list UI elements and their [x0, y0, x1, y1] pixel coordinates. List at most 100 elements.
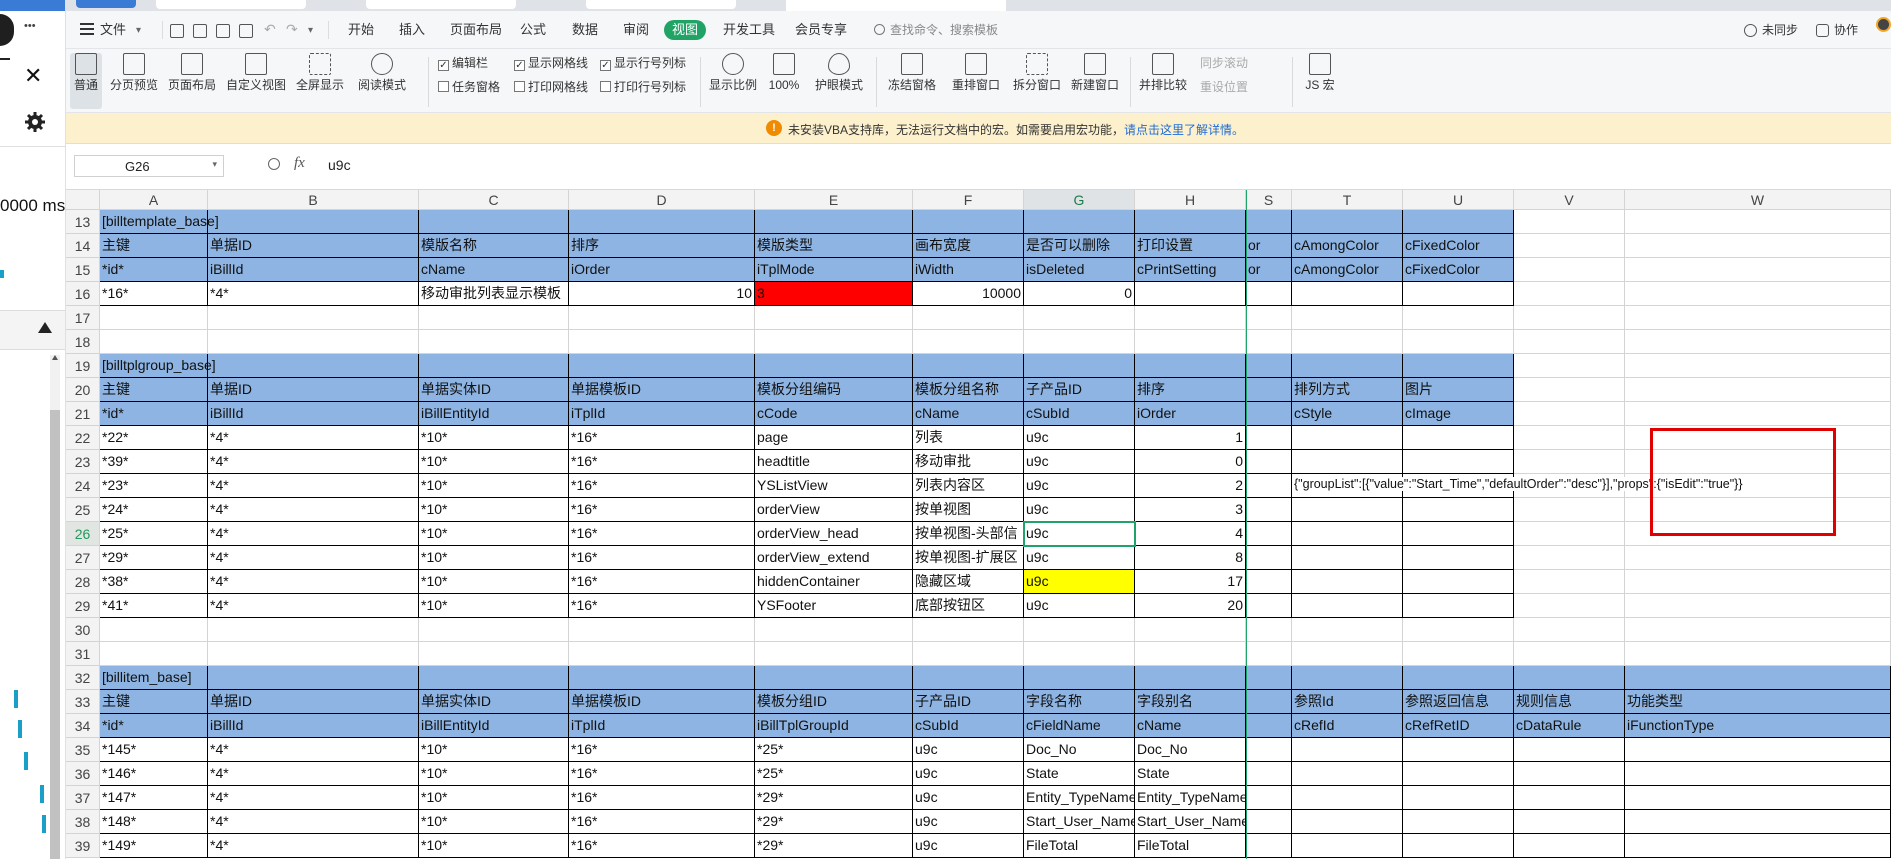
row-header-36[interactable]: 36	[66, 762, 100, 786]
cell-s29[interactable]	[1246, 594, 1292, 618]
cell-b15[interactable]: iBillId	[208, 258, 419, 282]
row-header-26[interactable]: 26	[66, 522, 100, 546]
cell-d15[interactable]: iOrder	[569, 258, 755, 282]
cell-g34[interactable]: cFieldName	[1024, 714, 1135, 738]
cell-t36[interactable]	[1292, 762, 1403, 786]
print-headings-checkbox[interactable]: 打印行号列标	[600, 79, 686, 95]
cell-s22[interactable]	[1246, 426, 1292, 450]
cell-d38[interactable]: *16*	[569, 810, 755, 834]
cell-c36[interactable]: *10*	[419, 762, 569, 786]
cell-f28[interactable]: 隐藏区域	[913, 570, 1024, 594]
cell-u37[interactable]	[1403, 786, 1514, 810]
cell-v20[interactable]	[1514, 378, 1625, 402]
cell-v28[interactable]	[1514, 570, 1625, 594]
cell-g13[interactable]	[1024, 210, 1135, 234]
cell-d14[interactable]: 排序	[569, 234, 755, 258]
custom-view-button[interactable]: 自定义视图	[224, 53, 288, 109]
cell-f34[interactable]: cSubId	[913, 714, 1024, 738]
tab-developer[interactable]: 开发工具	[723, 20, 775, 40]
cell-h22[interactable]: 1	[1135, 426, 1246, 450]
cell-e30[interactable]	[755, 618, 913, 642]
cell-s19[interactable]	[1246, 354, 1292, 378]
row-header-18[interactable]: 18	[66, 330, 100, 354]
cell-t27[interactable]	[1292, 546, 1403, 570]
cell-w21[interactable]	[1625, 402, 1891, 426]
cell-t21[interactable]: cStyle	[1292, 402, 1403, 426]
cell-g17[interactable]	[1024, 306, 1135, 330]
cell-s30[interactable]	[1246, 618, 1292, 642]
cell-h30[interactable]	[1135, 618, 1246, 642]
cell-e31[interactable]	[755, 642, 913, 666]
fx-icon[interactable]: fx	[294, 155, 305, 172]
cell-u26[interactable]	[1403, 522, 1514, 546]
cell-c37[interactable]: *10*	[419, 786, 569, 810]
cell-d17[interactable]	[569, 306, 755, 330]
row-header-16[interactable]: 16	[66, 282, 100, 306]
row-header-19[interactable]: 19	[66, 354, 100, 378]
cell-a35[interactable]: *145*	[100, 738, 208, 762]
cell-f26[interactable]: 按单视图-头部信	[913, 522, 1024, 546]
cell-b28[interactable]: *4*	[208, 570, 419, 594]
cell-t38[interactable]	[1292, 810, 1403, 834]
row-header-31[interactable]: 31	[66, 642, 100, 666]
cell-s26[interactable]	[1246, 522, 1292, 546]
collapse-arrow-icon[interactable]	[38, 322, 52, 333]
command-search-input[interactable]: 查找命令、搜索模板	[890, 20, 998, 40]
cell-g15[interactable]: isDeleted	[1024, 258, 1135, 282]
cell-b26[interactable]: *4*	[208, 522, 419, 546]
cell-v16[interactable]	[1514, 282, 1625, 306]
cell-d24[interactable]: *16*	[569, 474, 755, 498]
cell-w29[interactable]	[1625, 594, 1891, 618]
cell-d35[interactable]: *16*	[569, 738, 755, 762]
chevron-down-icon[interactable]: ▾	[212, 159, 217, 170]
cell-d29[interactable]: *16*	[569, 594, 755, 618]
undo-icon[interactable]: ↶	[264, 21, 276, 38]
column-header-s[interactable]: S	[1246, 190, 1292, 210]
cell-h32[interactable]	[1135, 666, 1246, 690]
cell-u15[interactable]: cFixedColor	[1403, 258, 1514, 282]
ellipsis-icon[interactable]: •••	[24, 20, 36, 32]
tab-member[interactable]: 会员专享	[795, 20, 847, 40]
cell-f16[interactable]: 10000	[913, 282, 1024, 306]
side-by-side-button[interactable]: 并排比较	[1136, 53, 1190, 109]
export-icon[interactable]	[193, 24, 207, 38]
cell-d28[interactable]: *16*	[569, 570, 755, 594]
cell-e26[interactable]: orderView_head	[755, 522, 913, 546]
cell-u22[interactable]	[1403, 426, 1514, 450]
row-header-17[interactable]: 17	[66, 306, 100, 330]
show-gridlines-checkbox[interactable]: ✓ 显示网格线	[514, 55, 588, 71]
cell-b31[interactable]	[208, 642, 419, 666]
cell-t39[interactable]	[1292, 834, 1403, 858]
cell-d31[interactable]	[569, 642, 755, 666]
cell-u25[interactable]	[1403, 498, 1514, 522]
cell-h25[interactable]: 3	[1135, 498, 1246, 522]
cell-u16[interactable]	[1403, 282, 1514, 306]
fullscreen-button[interactable]: 全屏显示	[294, 53, 346, 109]
cell-g28[interactable]: u9c	[1024, 570, 1135, 594]
row-header-38[interactable]: 38	[66, 810, 100, 834]
cell-u38[interactable]	[1403, 810, 1514, 834]
cell-a30[interactable]	[100, 618, 208, 642]
cell-t13[interactable]	[1292, 210, 1403, 234]
cell-f37[interactable]: u9c	[913, 786, 1024, 810]
column-header-f[interactable]: F	[913, 190, 1024, 210]
row-header-24[interactable]: 24	[66, 474, 100, 498]
print-gridlines-checkbox[interactable]: 打印网格线	[514, 79, 588, 95]
cell-c22[interactable]: *10*	[419, 426, 569, 450]
cell-f32[interactable]	[913, 666, 1024, 690]
cell-e33[interactable]: 模板分组ID	[755, 690, 913, 714]
document-tab[interactable]	[586, 0, 736, 9]
cell-u21[interactable]: cImage	[1403, 402, 1514, 426]
tab-insert[interactable]: 插入	[399, 20, 425, 40]
js-macro-button[interactable]: JS 宏	[1298, 53, 1342, 109]
cell-u14[interactable]: cFixedColor	[1403, 234, 1514, 258]
cell-v18[interactable]	[1514, 330, 1625, 354]
zoom-formula-icon[interactable]	[268, 158, 280, 170]
cell-s25[interactable]	[1246, 498, 1292, 522]
cell-v37[interactable]	[1514, 786, 1625, 810]
cell-e27[interactable]: orderView_extend	[755, 546, 913, 570]
cell-w39[interactable]	[1625, 834, 1891, 858]
cell-c33[interactable]: 单据实体ID	[419, 690, 569, 714]
cell-b17[interactable]	[208, 306, 419, 330]
cell-d25[interactable]: *16*	[569, 498, 755, 522]
